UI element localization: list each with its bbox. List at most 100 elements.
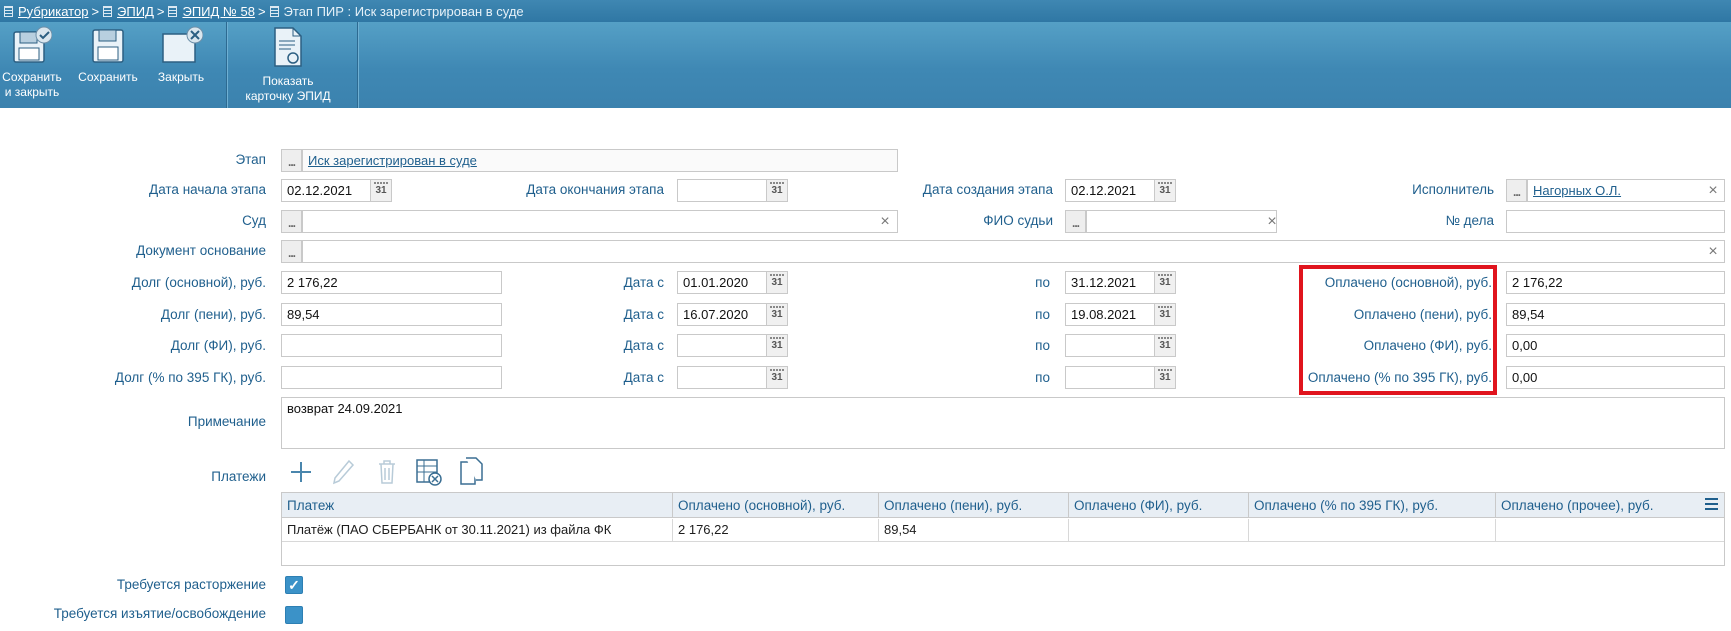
calendar-icon[interactable]: 31 [370,179,392,202]
start-date-label: Дата начала этапа [149,182,266,197]
table-cell [1249,519,1496,541]
show-card-label-2: карточку ЭПИД [245,89,331,103]
date-from-field[interactable]: 16.07.2020 [677,303,767,326]
date-to-label: по [1035,275,1050,290]
close-button[interactable]: Закрыть [150,26,212,85]
clear-icon[interactable]: × [1706,183,1720,199]
case-number-field[interactable] [1506,210,1725,233]
end-date-field[interactable] [677,179,767,202]
table-header: Платеж Оплачено (основной), руб. Оплачен… [282,493,1724,518]
save-and-close-label-1: Сохранить [2,70,62,84]
breadcrumb-separator: > [91,3,100,19]
calendar-icon[interactable]: 31 [1154,334,1176,357]
court-select-button[interactable]: ... [281,210,302,233]
case-number-label: № дела [1445,213,1494,228]
save-icon [92,29,124,63]
stage-select-button[interactable]: ... [281,149,302,172]
note-label: Примечание [187,414,266,429]
stage-field[interactable]: Иск зарегистрирован в суде [302,149,898,172]
column-header[interactable]: Платеж [282,493,673,518]
column-header[interactable]: Оплачено (% по 395 ГК), руб. [1249,493,1496,518]
start-date-field[interactable]: 02.12.2021 [281,179,371,202]
debt-field[interactable] [281,366,502,389]
clear-icon[interactable]: × [1265,214,1279,230]
debt-field[interactable]: 89,54 [281,303,502,326]
date-to-field[interactable]: 31.12.2021 [1065,271,1155,294]
document-icon [269,5,279,17]
clear-icon[interactable]: × [1706,244,1720,260]
close-label: Закрыть [157,70,205,84]
paid-field[interactable]: 2 176,22 [1506,271,1725,294]
date-to-field[interactable]: 19.08.2021 [1065,303,1155,326]
row-divider [282,541,1724,542]
court-field[interactable] [302,210,898,233]
date-to-field[interactable] [1065,366,1155,389]
date-to-field[interactable] [1065,334,1155,357]
seizure-checkbox[interactable] [285,606,303,624]
document-icon [103,5,113,17]
doc-basis-field[interactable] [302,240,1725,263]
judge-field[interactable] [1086,210,1277,233]
save-and-close-label-2: и закрыть [4,85,60,99]
executor-select-button[interactable]: ... [1506,179,1527,202]
calendar-icon[interactable]: 31 [766,303,788,326]
debt-label: Долг (пени), руб. [160,307,266,322]
show-epid-card-button[interactable]: Показать карточку ЭПИД [236,26,340,104]
doc-basis-select-button[interactable]: ... [281,240,302,263]
stage-label: Этап [235,152,266,167]
created-date-field[interactable]: 02.12.2021 [1065,179,1155,202]
column-header[interactable]: Оплачено (ФИ), руб. [1069,493,1249,518]
table-cell: 89,54 [879,519,1069,541]
paid-field[interactable]: 89,54 [1506,303,1725,326]
date-from-label: Дата с [623,370,664,385]
column-header[interactable]: Оплачено (пени), руб. [879,493,1069,518]
debt-field[interactable] [281,334,502,357]
end-date-label: Дата окончания этапа [526,182,664,197]
add-icon[interactable] [289,460,313,484]
column-header[interactable]: Оплачено (основной), руб. [673,493,879,518]
calendar-icon[interactable]: 31 [766,334,788,357]
debt-field[interactable]: 2 176,22 [281,271,502,294]
save-and-close-button[interactable]: Сохранить и закрыть [0,26,64,100]
judge-select-button[interactable]: ... [1065,210,1086,233]
date-to-label: по [1035,370,1050,385]
date-from-field[interactable]: 01.01.2020 [677,271,767,294]
date-from-label: Дата с [623,275,664,290]
breadcrumb-separator: > [257,3,266,19]
breadcrumb-epid[interactable]: ЭПИД [117,4,154,19]
breadcrumb-epid-58[interactable]: ЭПИД № 58 [182,4,254,19]
debt-label: Долг (ФИ), руб. [170,338,266,353]
calendar-icon[interactable]: 31 [1154,271,1176,294]
calendar-icon[interactable]: 31 [766,179,788,202]
list-icon [4,5,13,17]
calendar-icon[interactable]: 31 [766,271,788,294]
column-menu-icon[interactable] [1705,498,1718,511]
column-header[interactable]: Оплачено (прочее), руб. [1496,493,1724,518]
termination-label: Требуется расторжение [116,577,266,592]
calendar-icon[interactable]: 31 [766,366,788,389]
save-button[interactable]: Сохранить [76,26,140,85]
executor-field[interactable]: Нагорных О.Л. [1527,179,1725,202]
copy-icon[interactable] [459,456,485,486]
delete-table-icon[interactable] [415,458,443,486]
edit-pencil-icon[interactable] [333,459,355,485]
note-field[interactable]: возврат 24.09.2021 [281,397,1725,449]
calendar-icon[interactable]: 31 [1154,366,1176,389]
breadcrumb-rubricator[interactable]: Рубрикатор [18,4,88,19]
toolbar-divider [226,22,227,108]
paid-field[interactable]: 0,00 [1506,366,1725,389]
close-window-icon [162,26,203,63]
calendar-icon[interactable]: 31 [1154,179,1176,202]
table-cell [1069,519,1249,541]
date-from-field[interactable] [677,366,767,389]
paid-field[interactable]: 0,00 [1506,334,1725,357]
table-cell [1496,519,1724,541]
termination-checkbox[interactable]: ✓ [285,576,303,594]
judge-label: ФИО судьи [983,213,1053,228]
calendar-icon[interactable]: 31 [1154,303,1176,326]
court-label: Суд [242,213,266,228]
show-card-label-1: Показать [262,74,314,88]
delete-trash-icon[interactable] [377,459,397,485]
date-from-field[interactable] [677,334,767,357]
seizure-label: Требуется изъятие/освобождение [53,606,266,621]
